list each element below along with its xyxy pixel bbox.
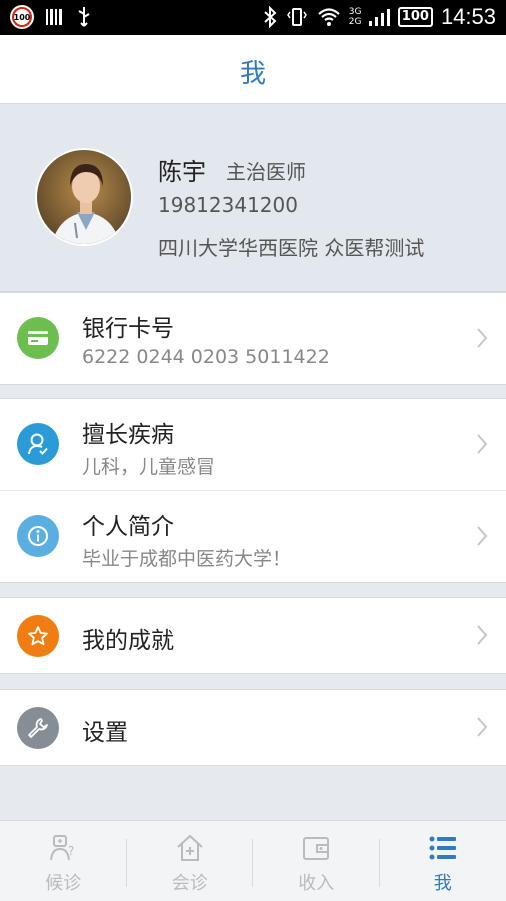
wallet-icon — [301, 833, 331, 863]
bank-card-label: 银行卡号 — [82, 309, 174, 343]
intro-label: 个人简介 — [82, 507, 174, 541]
vibrate-icon — [285, 6, 309, 28]
avatar[interactable] — [35, 148, 133, 246]
info-icon — [17, 515, 59, 557]
network-indicator: 3G 2G — [349, 7, 390, 27]
achievement-row[interactable]: 我的成就 — [0, 598, 506, 673]
doctor-question-icon: ? — [48, 833, 78, 863]
tab-consultation[interactable]: 会诊 — [127, 821, 254, 901]
doctor-title: 主治医师 — [226, 156, 306, 185]
tab-consultation-label: 会诊 — [172, 869, 208, 895]
tab-me[interactable]: 我 — [380, 821, 506, 901]
chevron-right-icon — [476, 716, 488, 738]
achievement-section: 我的成就 — [0, 597, 506, 674]
specialty-value: 儿科，儿童感冒 — [82, 452, 215, 479]
user-check-icon — [17, 423, 59, 465]
specialty-label: 擅长疾病 — [82, 415, 174, 449]
chevron-right-icon — [476, 525, 488, 547]
network-type-text: 3G 2G — [349, 7, 365, 27]
list-icon — [428, 833, 458, 863]
bank-card-row[interactable]: 银行卡号 6222 0244 0203 5011422 — [0, 293, 506, 384]
battery-indicator: 100 — [398, 7, 433, 27]
notification-badge-icon: 100 — [10, 5, 34, 29]
settings-label: 设置 — [82, 713, 128, 747]
specialty-row[interactable]: 擅长疾病 儿科，儿童感冒 — [0, 399, 506, 490]
notification-badge-text: 100 — [14, 13, 31, 22]
profile-card[interactable]: 陈宇 主治医师 19812341200 四川大学华西医院 众医帮测试 — [0, 104, 506, 292]
chevron-right-icon — [476, 624, 488, 646]
tab-income-label: 收入 — [298, 869, 334, 895]
doctor-phone: 19812341200 — [158, 193, 298, 217]
bank-card-number: 6222 0244 0203 5011422 — [82, 346, 330, 368]
intro-row[interactable]: 个人简介 毕业于成都中医药大学！ — [0, 490, 506, 582]
bottom-tab-bar: ? 候诊 会诊 收入 我 — [0, 820, 506, 901]
svg-text:?: ? — [68, 844, 74, 858]
usb-icon — [74, 6, 94, 28]
intro-value: 毕业于成都中医药大学！ — [82, 544, 291, 571]
signal-icon — [368, 7, 390, 27]
profile-detail-section: 擅长疾病 儿科，儿童感冒 个人简介 毕业于成都中医药大学！ — [0, 398, 506, 583]
title-bar: 我 — [0, 35, 506, 104]
status-bar: 100 3G 2G 100 14:53 — [0, 0, 506, 35]
tab-me-label: 我 — [434, 869, 452, 895]
bank-card-section: 银行卡号 6222 0244 0203 5011422 — [0, 292, 506, 385]
bluetooth-icon — [263, 6, 277, 28]
settings-section: 设置 — [0, 689, 506, 766]
wrench-icon — [17, 707, 59, 749]
clock: 14:53 — [441, 4, 496, 30]
doctor-name: 陈宇 — [158, 152, 206, 187]
barcode-icon — [44, 7, 64, 27]
house-plus-icon — [175, 833, 205, 863]
doctor-hospital: 四川大学华西医院 众医帮测试 — [158, 232, 424, 261]
achievement-label: 我的成就 — [82, 621, 174, 655]
page-title: 我 — [0, 53, 506, 90]
tab-waiting-label: 候诊 — [45, 869, 81, 895]
wifi-icon — [317, 6, 341, 28]
credit-card-icon — [17, 317, 59, 359]
chevron-right-icon — [476, 327, 488, 349]
tab-income[interactable]: 收入 — [253, 821, 380, 901]
chevron-right-icon — [476, 433, 488, 455]
settings-row[interactable]: 设置 — [0, 690, 506, 765]
star-icon — [17, 615, 59, 657]
tab-waiting[interactable]: ? 候诊 — [0, 821, 127, 901]
